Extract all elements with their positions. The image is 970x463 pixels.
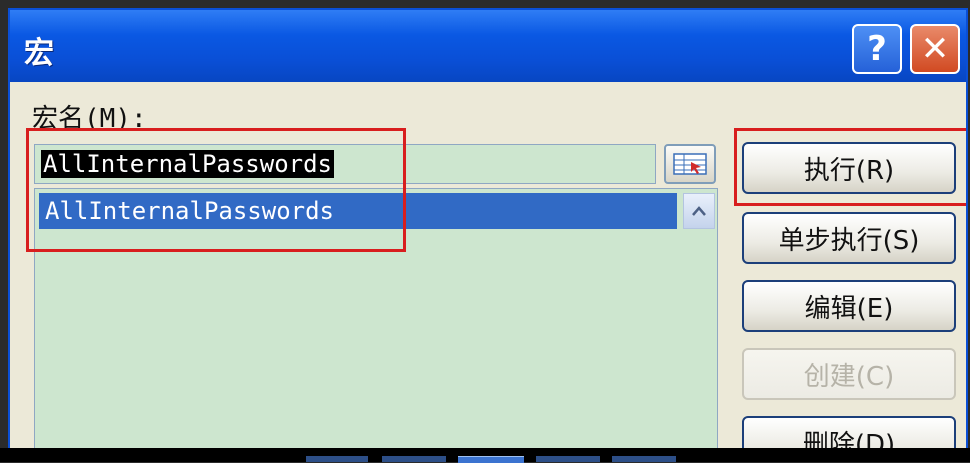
- step-into-button-label: 单步执行(S): [778, 225, 920, 256]
- macro-picker-button[interactable]: [664, 144, 716, 184]
- create-button: 创建(C): [742, 348, 956, 400]
- close-icon: ✕: [920, 29, 950, 69]
- dialog-title: 宏: [24, 36, 54, 71]
- create-button-label: 创建(C): [803, 361, 895, 392]
- title-bar: 宏 ? ✕: [10, 10, 966, 82]
- scroll-up-arrow-icon: [692, 206, 706, 216]
- highlight-box-macro-name: [26, 128, 406, 252]
- sheet-picker-icon: [673, 153, 707, 175]
- scrollbar-up-button[interactable]: [683, 193, 715, 229]
- run-button-label: 执行(R): [803, 155, 895, 186]
- step-into-button[interactable]: 单步执行(S): [742, 212, 956, 264]
- macro-dialog: 宏 ? ✕ 宏名(M): AllInternalPasswords AllInt…: [8, 8, 968, 458]
- run-button[interactable]: 执行(R): [742, 142, 956, 194]
- help-button[interactable]: ?: [852, 24, 902, 74]
- taskbar-thumbnail[interactable]: [382, 456, 446, 462]
- edit-button-label: 编辑(E): [804, 293, 894, 324]
- taskbar-thumbnail[interactable]: [612, 456, 676, 462]
- help-icon: ?: [867, 29, 887, 69]
- close-button[interactable]: ✕: [910, 24, 960, 74]
- taskbar-thumbnail[interactable]: [306, 456, 368, 462]
- edit-button[interactable]: 编辑(E): [742, 280, 956, 332]
- taskbar-thumbnail[interactable]: [536, 456, 600, 462]
